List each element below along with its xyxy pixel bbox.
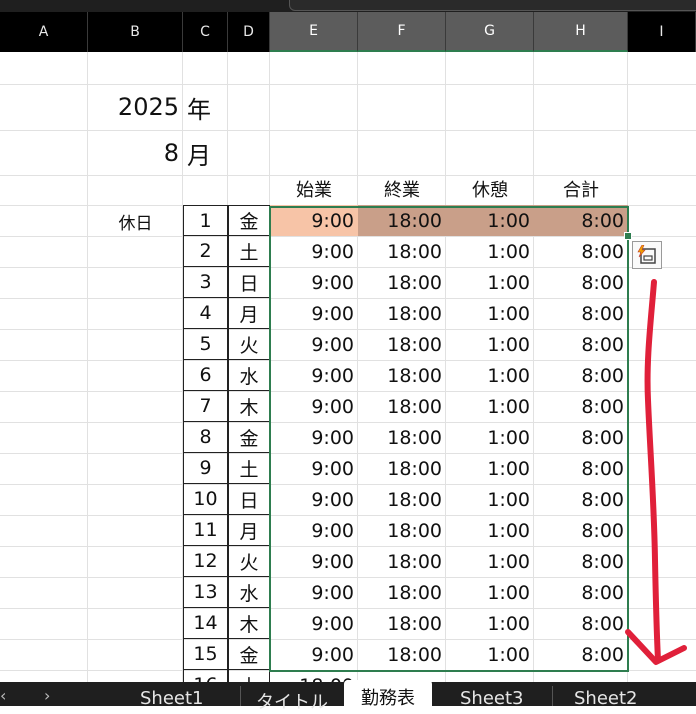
chevron-right-icon[interactable]: › — [44, 686, 50, 705]
tab-attendance-label: 勤務表 — [361, 688, 415, 709]
annotation-arrow — [625, 279, 687, 665]
tab-title[interactable]: タイトル — [256, 688, 328, 714]
chevron-left-icon[interactable]: ‹ — [0, 686, 6, 705]
